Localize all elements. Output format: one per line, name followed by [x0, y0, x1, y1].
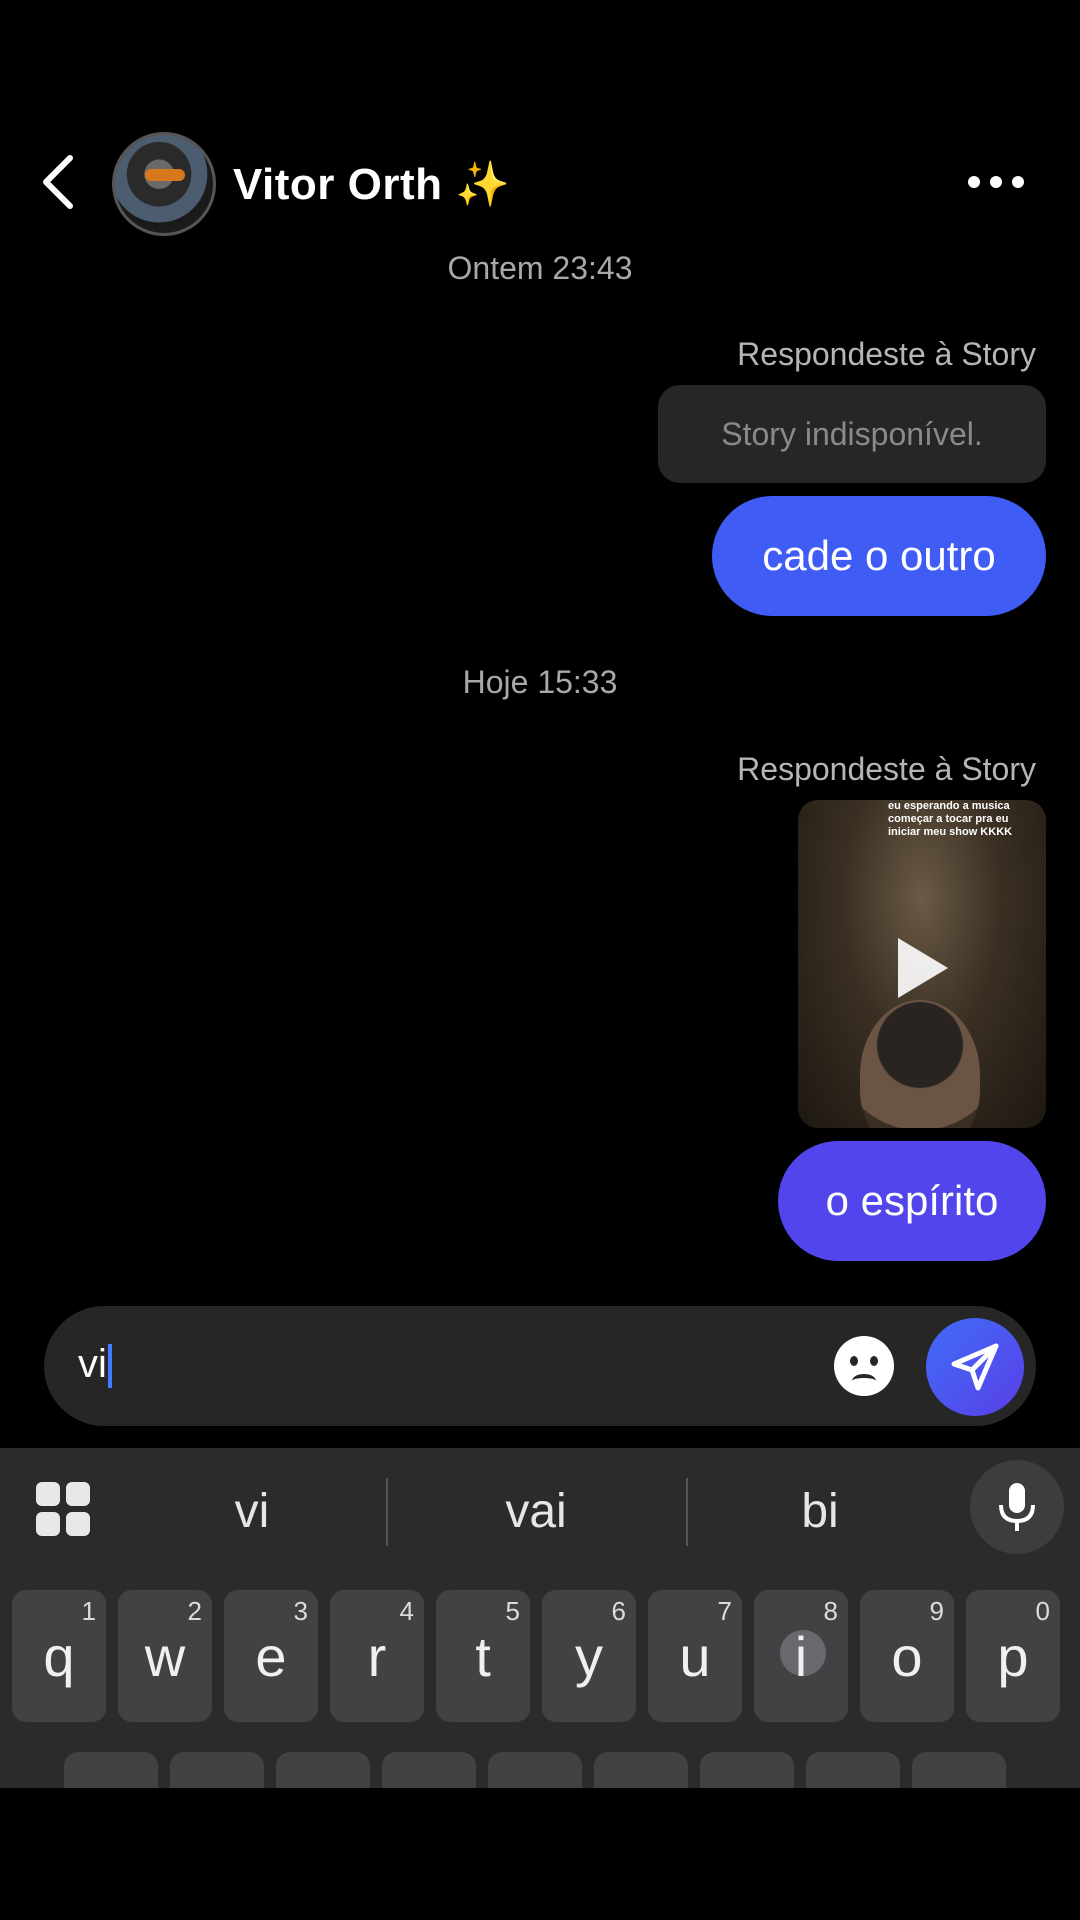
sticker-icon[interactable]: [834, 1336, 894, 1396]
key-o[interactable]: 9o: [860, 1590, 954, 1722]
story-face: [860, 1000, 980, 1128]
key-row-1: 1q 2w 3e 4r 5t 6y 7u 8i 9o 0p: [12, 1590, 1060, 1722]
more-dots-icon: [968, 176, 980, 188]
avatar[interactable]: [112, 132, 216, 236]
microphone-icon: [999, 1483, 1035, 1531]
key-r[interactable]: 4r: [330, 1590, 424, 1722]
story-reply-label: Respondeste à Story: [737, 336, 1036, 372]
timestamp: Ontem 23:43: [447, 250, 633, 286]
key-w[interactable]: 2w: [118, 1590, 212, 1722]
text-caret: [107, 1344, 112, 1389]
suggestion-2[interactable]: vai: [436, 1484, 636, 1539]
key-i[interactable]: 8i: [754, 1590, 848, 1722]
play-icon: [898, 938, 948, 998]
story-thumbnail[interactable]: eu esperando a musica começar a tocar pr…: [798, 800, 1046, 1128]
story-unavailable-card: Story indisponível.: [658, 385, 1046, 483]
key[interactable]: [382, 1752, 476, 1788]
key[interactable]: [488, 1752, 582, 1788]
message-composer[interactable]: vi: [44, 1306, 1036, 1426]
key[interactable]: [700, 1752, 794, 1788]
suggestion-3[interactable]: bi: [720, 1484, 920, 1539]
send-button[interactable]: [926, 1318, 1024, 1416]
key-e[interactable]: 3e: [224, 1590, 318, 1722]
suggestion-divider: [686, 1478, 688, 1546]
story-caption: eu esperando a musica começar a tocar pr…: [888, 800, 1013, 838]
key[interactable]: [170, 1752, 264, 1788]
back-button[interactable]: [38, 152, 90, 222]
key[interactable]: [806, 1752, 900, 1788]
send-icon: [951, 1343, 999, 1391]
microphone-button[interactable]: [970, 1460, 1064, 1554]
story-reply-label: Respondeste à Story: [737, 751, 1036, 787]
keyboard: vi vai bi 1q 2w 3e 4r 5t 6y 7u 8i 9o 0p: [0, 1448, 1080, 1788]
message-bubble[interactable]: cade o outro: [712, 496, 1046, 616]
key[interactable]: [64, 1752, 158, 1788]
timestamp: Hoje 15:33: [462, 664, 618, 700]
key[interactable]: [912, 1752, 1006, 1788]
key-row-2: [64, 1752, 1006, 1788]
key-t[interactable]: 5t: [436, 1590, 530, 1722]
suggestion-1[interactable]: vi: [152, 1484, 352, 1539]
key-y[interactable]: 6y: [542, 1590, 636, 1722]
key-u[interactable]: 7u: [648, 1590, 742, 1722]
apps-grid-icon[interactable]: [36, 1482, 90, 1536]
key[interactable]: [276, 1752, 370, 1788]
more-button[interactable]: [968, 170, 1024, 194]
contact-name[interactable]: Vitor Orth ✨: [233, 158, 511, 210]
chevron-left-icon: [43, 155, 73, 209]
key-q[interactable]: 1q: [12, 1590, 106, 1722]
message-input[interactable]: vi: [78, 1342, 112, 1389]
message-bubble[interactable]: o espírito: [778, 1141, 1046, 1261]
key[interactable]: [594, 1752, 688, 1788]
suggestion-divider: [386, 1478, 388, 1546]
key-p[interactable]: 0p: [966, 1590, 1060, 1722]
